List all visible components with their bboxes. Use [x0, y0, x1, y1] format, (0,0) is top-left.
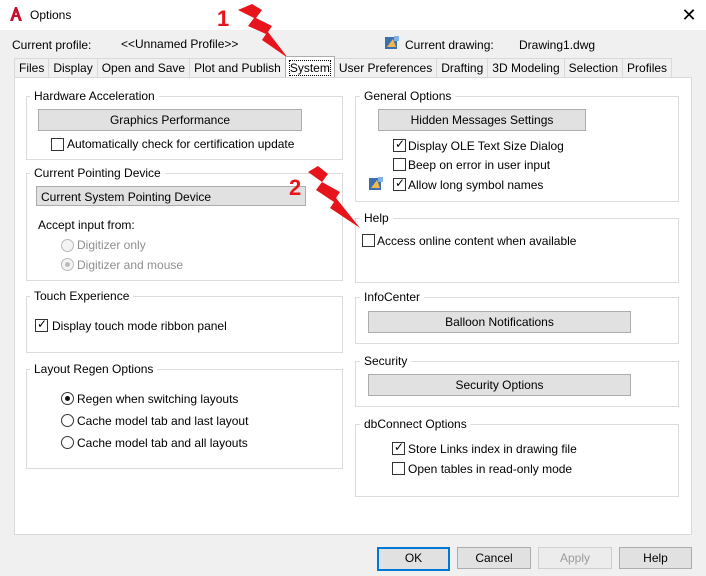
dbconnect-title: dbConnect Options	[360, 417, 471, 431]
tab-selection[interactable]: Selection	[563, 58, 624, 77]
tab-bar: Files Display Open and Save Plot and Pub…	[14, 56, 673, 77]
cache-last-layout-label: Cache model tab and last layout	[77, 414, 249, 428]
tab-system[interactable]: System	[284, 56, 335, 77]
lightning-arrow-1-icon	[238, 4, 288, 58]
tab-drafting[interactable]: Drafting	[436, 58, 489, 77]
help-button[interactable]: Help	[619, 547, 692, 569]
pointing-device-title: Current Pointing Device	[30, 166, 165, 180]
infocenter-title: InfoCenter	[360, 290, 425, 304]
ole-dialog-label: Display OLE Text Size Dialog	[408, 139, 564, 153]
tab-open-and-save[interactable]: Open and Save	[96, 58, 191, 77]
store-links-label: Store Links index in drawing file	[408, 442, 577, 456]
drawing-file-icon	[369, 177, 383, 190]
hardware-acceleration-title: Hardware Acceleration	[30, 89, 159, 103]
digitizer-only-radio[interactable]	[61, 239, 74, 252]
tab-user-preferences[interactable]: User Preferences	[333, 58, 438, 77]
close-icon[interactable]: ✕	[676, 2, 702, 28]
window-title: Options	[30, 8, 72, 22]
digitizer-and-mouse-radio[interactable]	[61, 258, 74, 271]
help-group	[355, 218, 679, 283]
digitizer-only-label: Digitizer only	[77, 238, 146, 252]
regen-switching-radio[interactable]	[61, 392, 74, 405]
tab-display[interactable]: Display	[48, 58, 98, 77]
online-content-checkbox[interactable]	[362, 234, 375, 247]
read-only-checkbox[interactable]	[392, 462, 405, 475]
tab-files[interactable]: Files	[14, 58, 50, 77]
ole-dialog-checkbox[interactable]: ✓	[393, 137, 406, 152]
current-drawing-value: Drawing1.dwg	[519, 38, 596, 52]
regen-switching-label: Regen when switching layouts	[77, 392, 239, 406]
cache-all-layouts-label: Cache model tab and all layouts	[77, 436, 248, 450]
beep-error-label: Beep on error in user input	[408, 158, 551, 172]
cache-last-layout-radio[interactable]	[61, 414, 74, 427]
auto-certification-checkbox[interactable]	[51, 138, 64, 151]
cancel-button[interactable]: Cancel	[457, 547, 531, 569]
annotation-marker-2: 2	[289, 175, 302, 200]
pointing-device-select[interactable]: Current System Pointing Device	[36, 186, 306, 206]
online-content-label: Access online content when available	[377, 234, 577, 248]
tab-3d-modeling[interactable]: 3D Modeling	[487, 58, 565, 77]
cache-all-layouts-radio[interactable]	[61, 436, 74, 449]
store-links-checkbox[interactable]: ✓	[392, 440, 405, 455]
touch-experience-title: Touch Experience	[30, 289, 134, 303]
touch-ribbon-checkbox[interactable]: ✓	[35, 317, 48, 332]
beep-error-checkbox[interactable]	[393, 158, 406, 171]
accept-input-label: Accept input from:	[38, 218, 135, 232]
autocad-a-icon	[10, 7, 22, 21]
balloon-notifications-button[interactable]: Balloon Notifications	[368, 311, 631, 333]
security-title: Security	[360, 354, 412, 368]
tab-profiles[interactable]: Profiles	[622, 58, 673, 77]
security-options-button[interactable]: Security Options	[368, 374, 631, 396]
layout-regen-title: Layout Regen Options	[30, 362, 158, 376]
lightning-arrow-2-icon	[308, 166, 360, 228]
current-drawing-label: Current drawing:	[405, 38, 494, 52]
drawing-file-icon	[385, 36, 399, 49]
general-options-title: General Options	[360, 89, 456, 103]
digitizer-and-mouse-label: Digitizer and mouse	[77, 258, 184, 272]
apply-button[interactable]: Apply	[538, 547, 612, 569]
annotation-marker-1: 1	[217, 6, 230, 31]
current-profile-value: <<Unnamed Profile>>	[121, 37, 239, 51]
current-profile-label: Current profile:	[12, 38, 92, 52]
touch-ribbon-label: Display touch mode ribbon panel	[52, 319, 227, 333]
ok-button[interactable]: OK	[377, 547, 450, 571]
graphics-performance-button[interactable]: Graphics Performance	[38, 109, 302, 131]
long-symbol-names-checkbox[interactable]: ✓	[393, 176, 406, 191]
title-bar	[0, 0, 706, 30]
auto-certification-label: Automatically check for certification up…	[67, 137, 295, 151]
long-symbol-names-label: Allow long symbol names	[408, 178, 544, 192]
read-only-label: Open tables in read-only mode	[408, 462, 573, 476]
hidden-messages-button[interactable]: Hidden Messages Settings	[378, 109, 586, 131]
dbconnect-group	[355, 424, 679, 497]
